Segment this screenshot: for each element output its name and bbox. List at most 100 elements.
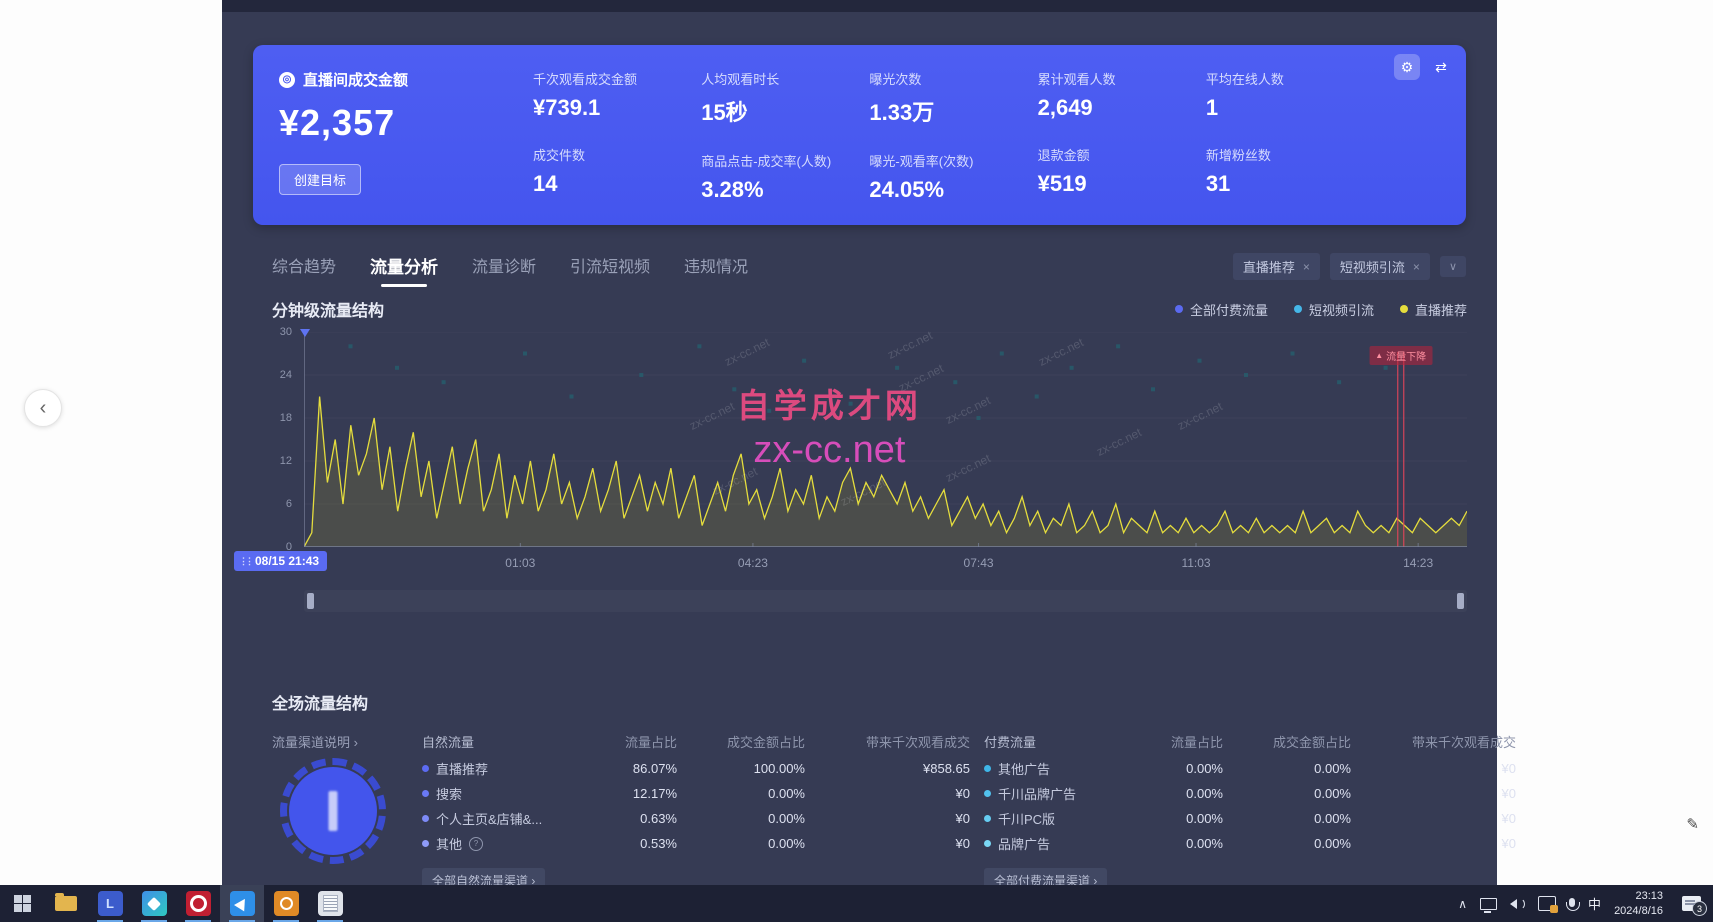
row-value: 86.07% [572,761,677,776]
prev-arrow-button[interactable]: ‹ [24,389,62,427]
traffic-alert-badge[interactable]: ▲ 流量下降 [1369,346,1432,365]
taskbar-explorer-icon[interactable] [44,885,88,922]
column-header: 成交金额占比 [677,732,805,751]
blue-app-icon: L [98,891,123,916]
target-icon: ◎ [279,72,295,88]
taskbar-app-pointer-icon[interactable] [220,885,264,922]
tab-流量诊断[interactable]: 流量诊断 [472,253,536,287]
channel-label: 其他广告 [998,759,1050,778]
info-icon[interactable]: ? [469,837,483,851]
chevron-up-icon[interactable]: ∧ [1458,897,1467,911]
metric-column: 曝光次数1.33万曝光-观看率(次数)24.05% [869,69,1037,203]
tab-综合趋势[interactable]: 综合趋势 [272,253,336,287]
notification-badge: 3 [1692,901,1707,916]
table-row: 其他?0.53%0.00%¥0 [422,831,970,856]
traffic-donut-chart [280,758,386,864]
legend-item-直播推荐[interactable]: 直播推荐 [1400,300,1467,319]
metric-value: 15秒 [701,95,869,127]
window-top-strip [222,0,1497,12]
taskbar-app-blue-icon[interactable]: L [88,885,132,922]
speaker-icon[interactable] [1510,898,1525,910]
legend-item-短视频引流[interactable]: 短视频引流 [1294,300,1374,319]
metric-label: 曝光-观看率(次数) [869,151,1037,170]
taskbar-app-teal-icon[interactable] [132,885,176,922]
x-tick-label: 07:43 [964,556,994,570]
gear-icon[interactable]: ⚙ [1394,54,1420,80]
table-row: 品牌广告0.00%0.00%¥0 [984,831,1516,856]
tab-流量分析[interactable]: 流量分析 [370,253,438,287]
microphone-icon[interactable] [1569,898,1575,907]
row-name: 其他? [422,834,572,853]
channel-dot [984,840,991,847]
taskbar-notepad-icon[interactable] [308,885,352,922]
close-icon[interactable]: × [1413,260,1420,274]
table-row: 千川品牌广告0.00%0.00%¥0 [984,781,1516,806]
table-title: 自然流量 [422,732,572,751]
row-value: 0.00% [1118,811,1223,826]
metric-value: 31 [1206,171,1374,197]
row-value: 0.00% [677,786,805,801]
clock-time: 23:13 [1614,889,1663,903]
legend-item-全部付费流量[interactable]: 全部付费流量 [1175,300,1268,319]
metric-column: 千次观看成交金额¥739.1成交件数14 [533,69,701,203]
metric-label: 新增粉丝数 [1206,145,1374,164]
channel-label: 直播推荐 [436,759,488,778]
filter-dropdown[interactable]: ∨ [1440,256,1466,277]
screenshot-tool-icon[interactable] [1538,896,1556,911]
ime-language-icon[interactable]: 中 [1588,894,1601,913]
metric-value: 3.28% [701,177,869,203]
notification-icon[interactable]: 3 [1682,896,1701,911]
column-header: 带来千次观看成交 [1351,732,1516,751]
chart-scrollbar[interactable] [304,590,1467,612]
filter-chip[interactable]: 短视频引流 × [1330,253,1430,280]
section-title: 全场流量结构 [272,690,1467,714]
channel-dot [984,815,991,822]
channel-note-link[interactable]: 流量渠道说明 › [272,732,358,751]
row-value: 0.63% [572,811,677,826]
folder-icon [55,896,77,911]
line-chart-svg [304,332,1467,547]
metric-column: 人均观看时长15秒商品点击-成交率(人数)3.28% [701,69,869,203]
metric-column: 平均在线人数1 新增粉丝数 31 [1206,69,1374,203]
close-icon[interactable]: × [1303,260,1310,274]
filter-chip-label: 短视频引流 [1340,257,1405,276]
full-session-traffic-section: 全场流量结构 流量渠道说明 › 自然流量流量占比成交金额占比带来千次观看成交直播… [272,690,1467,714]
row-name: 千川品牌广告 [984,784,1118,803]
row-value: ¥0 [1351,761,1516,776]
create-goal-button[interactable]: 创建目标 [279,164,361,195]
row-value: 0.53% [572,836,677,851]
tab-违规情况[interactable]: 违规情况 [684,253,748,287]
taskbar-app-orange-icon[interactable] [264,885,308,922]
network-icon[interactable] [1480,898,1497,910]
taskbar-clock[interactable]: 23:13 2024/8/16 [1614,889,1663,918]
taskbar: L ∧ 中 23:13 2024/8/16 3 [0,885,1713,922]
channel-dot [984,790,991,797]
taskbar-app-red-icon[interactable] [176,885,220,922]
tab-引流短视频[interactable]: 引流短视频 [570,253,650,287]
swap-icon[interactable]: ⇄ [1428,54,1454,80]
banner-metric: 曝光-观看率(次数)24.05% [869,151,1037,203]
column-header: 带来千次观看成交 [805,732,970,751]
legend-label: 直播推荐 [1415,300,1467,319]
taskbar-apps: L [0,885,352,922]
banner-metric: 人均观看时长15秒 [701,69,869,127]
filter-chip[interactable]: 直播推荐× [1233,253,1320,280]
metric-column: 累计观看人数2,649退款金额¥519 [1038,69,1206,203]
row-value: 0.00% [677,811,805,826]
scrollbar-handle-left[interactable] [307,593,314,609]
metric-label: 平均在线人数 [1206,69,1374,88]
channel-label: 其他 [436,834,462,853]
scrollbar-handle-right[interactable] [1457,593,1464,609]
banner-metric: 平均在线人数1 [1206,69,1374,121]
legend-dot [1294,305,1302,313]
metric-label: 退款金额 [1038,145,1206,164]
metric-label: 千次观看成交金额 [533,69,701,88]
taskbar-start-icon[interactable] [0,885,44,922]
table-header-row: 付费流量流量占比成交金额占比带来千次观看成交 [984,726,1516,756]
x-tick-label: 14:23 [1403,556,1433,570]
edit-icon[interactable]: ✎ [1686,815,1699,833]
channel-label: 千川PC版 [998,809,1055,828]
row-value: 0.00% [677,836,805,851]
legend-label: 全部付费流量 [1190,300,1268,319]
row-value: ¥858.65 [805,761,970,776]
